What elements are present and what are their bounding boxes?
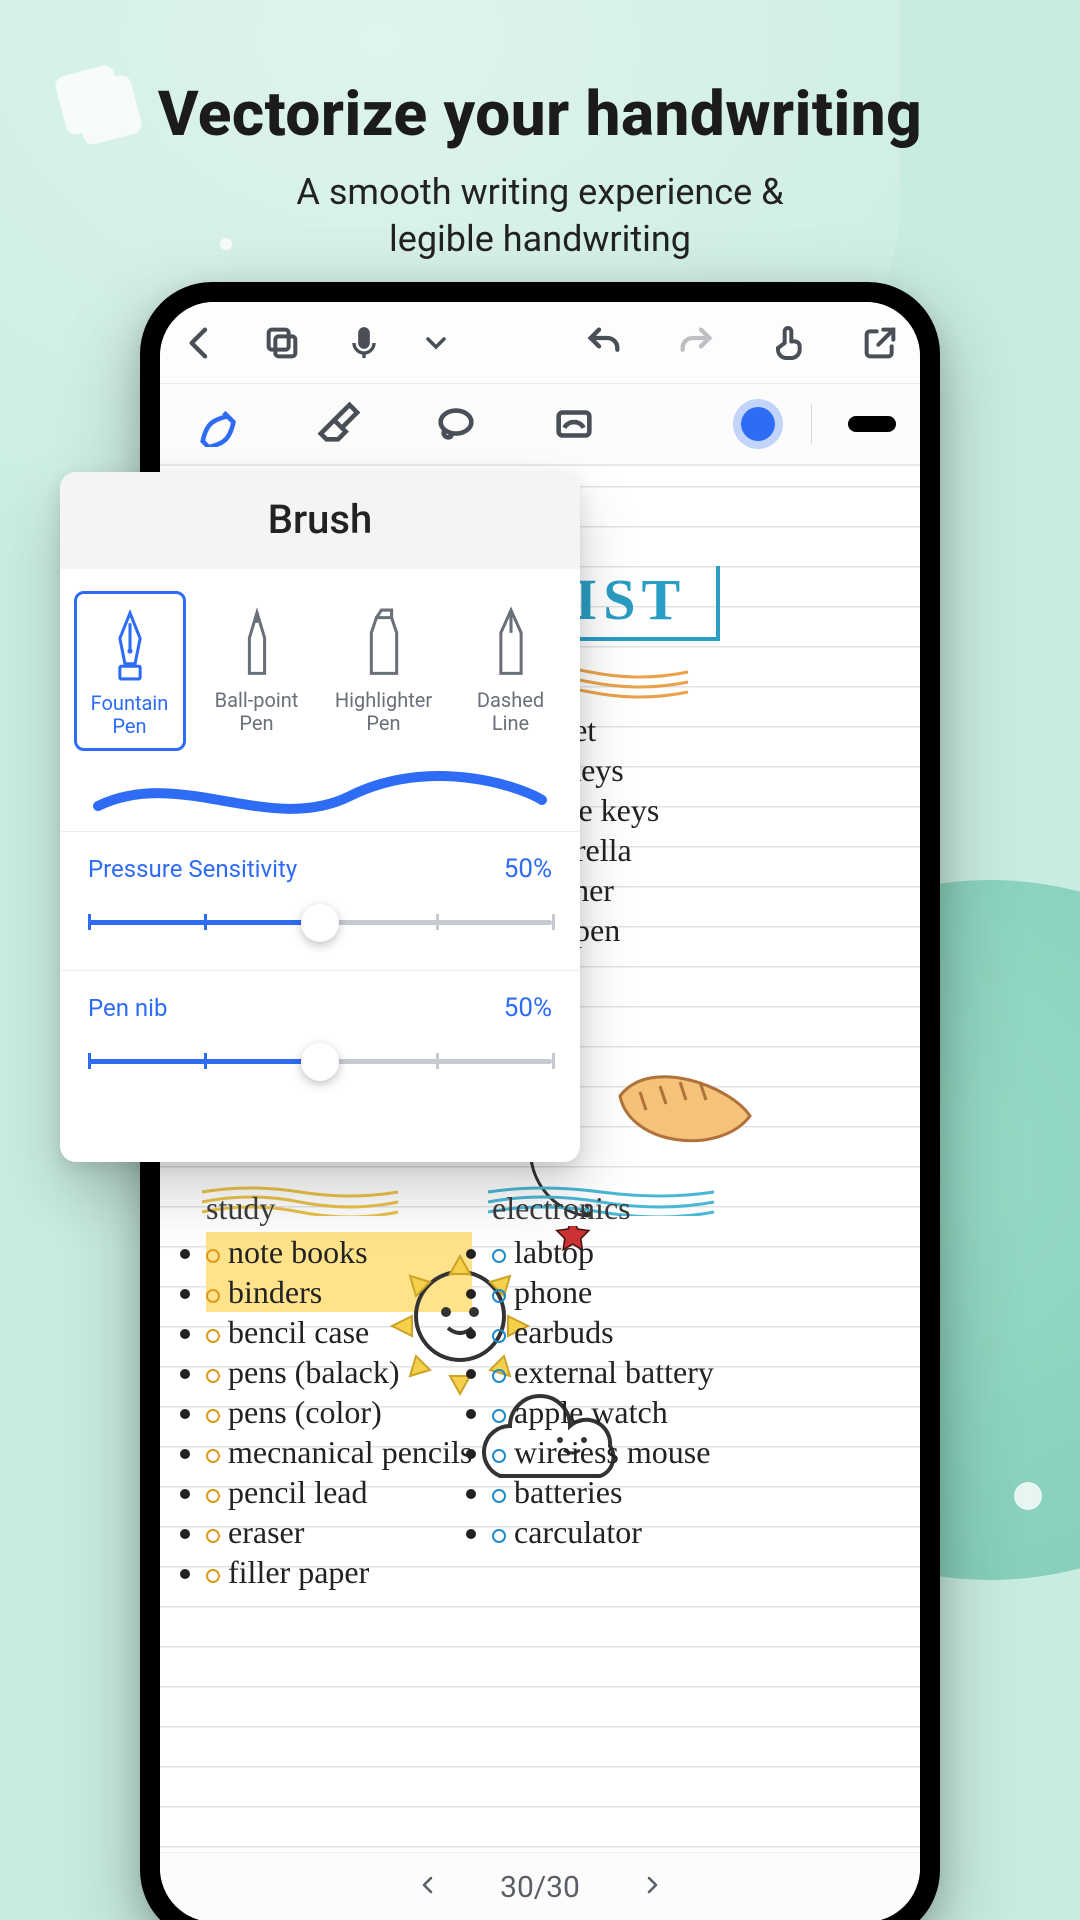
pressure-sensitivity-block: Pressure Sensitivity 50% (60, 831, 580, 970)
back-icon[interactable] (174, 317, 226, 369)
column-header: study (206, 1188, 472, 1228)
brush-popover: Brush FountainPen Ball-pointPen Highligh… (60, 472, 580, 1162)
slider-label: Pressure Sensitivity (88, 855, 297, 883)
shape-tool[interactable] (544, 394, 604, 454)
slider-value: 50% (504, 854, 552, 884)
pen-nib-block: Pen nib 50% (60, 970, 580, 1109)
open-external-icon[interactable] (854, 317, 906, 369)
pager: 30/30 (160, 1852, 920, 1920)
top-toolbar (160, 302, 920, 384)
slider-label: Pen nib (88, 994, 168, 1022)
pen-option-highlighter[interactable]: HighlighterPen (328, 591, 440, 745)
fountain-pen-icon (104, 604, 156, 684)
hero-subtitle-line1: A smooth writing experience & (0, 169, 1080, 216)
undo-icon[interactable] (578, 317, 630, 369)
toolbar-separator (811, 404, 812, 444)
slider-value: 50% (504, 993, 552, 1023)
stroke-width-picker[interactable] (848, 416, 896, 432)
ballpoint-pen-icon (231, 601, 283, 681)
dashed-line-pen-icon (485, 601, 537, 681)
copy-icon[interactable] (256, 317, 308, 369)
color-picker[interactable] (741, 407, 775, 441)
hero-text: Vectorize your handwriting A smooth writ… (0, 78, 1080, 263)
column-study: study note books binders bencil case pen… (206, 1188, 472, 1592)
stroke-preview (60, 761, 580, 831)
pen-option-dashed[interactable]: DashedLine (455, 591, 567, 745)
redo-icon[interactable] (670, 317, 722, 369)
popover-title: Brush (60, 472, 580, 569)
hero-title: Vectorize your handwriting (0, 78, 1080, 151)
microphone-icon[interactable] (338, 317, 390, 369)
pressure-sensitivity-slider[interactable] (88, 902, 552, 942)
eraser-tool[interactable] (308, 394, 368, 454)
next-page-icon[interactable] (640, 1870, 664, 1905)
tool-toolbar (160, 384, 920, 466)
column-electronics: electronics labtop phone earbuds externa… (492, 1188, 714, 1552)
column-header: electronics (492, 1188, 714, 1228)
hero-subtitle-line2: legible handwriting (0, 216, 1080, 263)
pen-option-fountain[interactable]: FountainPen (74, 591, 186, 751)
prev-page-icon[interactable] (416, 1870, 440, 1905)
pen-type-row: FountainPen Ball-pointPen HighlighterPen… (60, 569, 580, 761)
touch-gesture-icon[interactable] (762, 317, 814, 369)
page-indicator: 30/30 (500, 1870, 580, 1905)
pen-tool[interactable] (190, 394, 250, 454)
pen-nib-slider[interactable] (88, 1041, 552, 1081)
lasso-tool[interactable] (426, 394, 486, 454)
highlighter-pen-icon (358, 601, 410, 681)
pen-option-ballpoint[interactable]: Ball-pointPen (201, 591, 313, 745)
chevron-down-icon[interactable] (420, 317, 452, 369)
